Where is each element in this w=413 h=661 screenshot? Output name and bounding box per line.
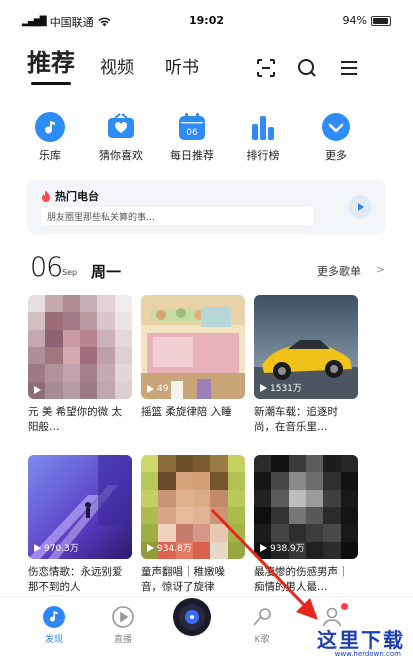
music-app-screen: ▂▄▆█ 中国联通 19:02 94% 推荐 视频 听书 乐库 猜你喜欢 06 …: [0, 0, 413, 661]
watermark-url: www.herdown.com: [334, 650, 401, 658]
annotation-arrow: [210, 508, 318, 620]
watermark-logo: 这里下载: [317, 628, 405, 652]
